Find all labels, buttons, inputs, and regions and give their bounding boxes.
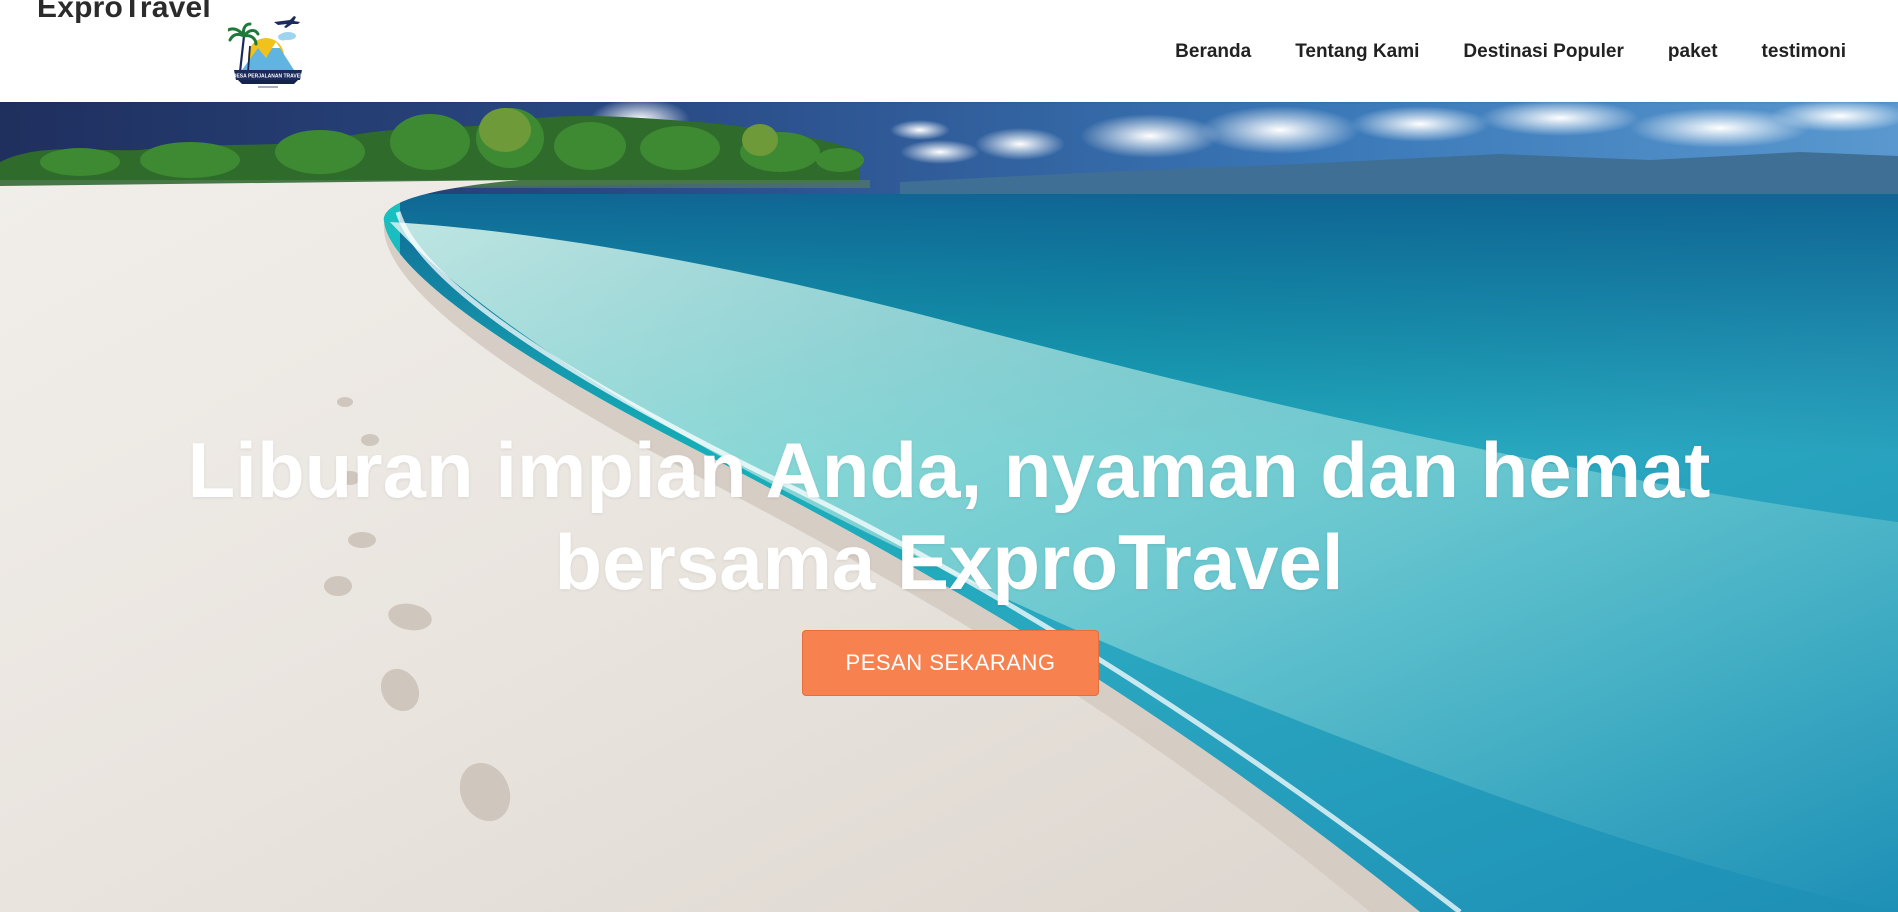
logo[interactable]: DESA PERJALANAN TRAVEL	[228, 14, 308, 90]
nav-testimoni[interactable]: testimoni	[1762, 38, 1846, 66]
nav-tentang-kami[interactable]: Tentang Kami	[1295, 38, 1419, 66]
nav-beranda[interactable]: Beranda	[1175, 38, 1251, 66]
logo-text: DESA PERJALANAN TRAVEL	[233, 74, 303, 80]
brand-name[interactable]: ExproTravel	[37, 0, 211, 25]
main-nav: Beranda Tentang Kami Destinasi Populer p…	[1131, 38, 1846, 66]
site-header: ExproTravel DESA PERJALANAN TRAVEL Beran…	[0, 0, 1898, 102]
nav-destinasi-populer[interactable]: Destinasi Populer	[1463, 38, 1624, 66]
nav-paket[interactable]: paket	[1668, 38, 1718, 66]
hero-section: Liburan impian Anda, nyaman dan hemat be…	[0, 102, 1898, 912]
book-now-button[interactable]: PESAN SEKARANG	[802, 630, 1099, 696]
hero-title-line-1: Liburan impian Anda, nyaman dan hemat	[187, 426, 1711, 514]
hero-title-line-2: bersama ExproTravel	[554, 518, 1344, 606]
hero-title: Liburan impian Anda, nyaman dan hemat be…	[0, 424, 1898, 608]
